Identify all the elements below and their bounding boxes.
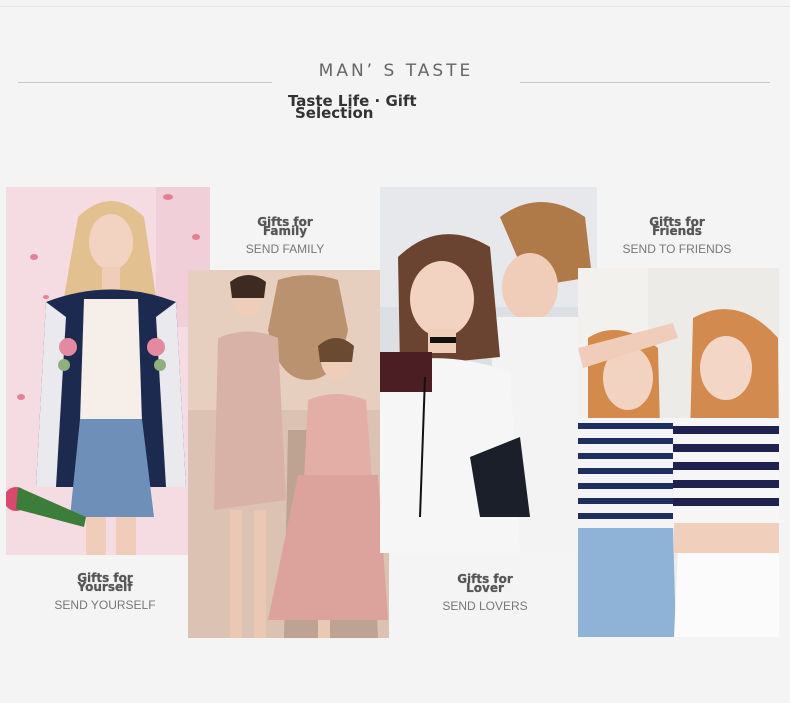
gift-friends-title: Gifts for Friends — [649, 215, 705, 238]
gift-yourself-title: Gifts for Yourself — [77, 571, 133, 594]
photo-gift-lover[interactable] — [380, 187, 597, 553]
gift-family-subtitle: SEND FAMILY — [245, 242, 325, 256]
gift-lover-subtitle: SEND LOVERS — [442, 599, 528, 613]
page-title: MAN’ S TASTE — [318, 61, 474, 81]
gift-yourself-label[interactable]: Gifts for Yourself SEND YOURSELF — [40, 571, 170, 612]
page-subtitle: Taste Life · Gift Selection — [288, 94, 448, 122]
gift-lover-title: Gifts for Lover — [457, 572, 513, 595]
header-rule-right — [520, 82, 770, 83]
gift-friends-subtitle: SEND TO FRIENDS — [622, 242, 732, 256]
photo-gift-yourself[interactable] — [6, 187, 210, 555]
gift-family-title: Gifts for Family — [257, 215, 313, 238]
gift-yourself-subtitle: SEND YOURSELF — [54, 598, 156, 612]
gift-lover-label[interactable]: Gifts for Lover SEND LOVERS — [420, 572, 550, 613]
photo-gift-family[interactable] — [188, 270, 389, 638]
photo-gift-friends[interactable] — [578, 268, 779, 637]
top-divider — [0, 6, 790, 7]
header-rule-left — [18, 82, 272, 83]
gift-family-label[interactable]: Gifts for Family SEND FAMILY — [220, 215, 350, 256]
gift-friends-label[interactable]: Gifts for Friends SEND TO FRIENDS — [612, 215, 742, 256]
subtitle-line-2: Selection — [295, 104, 374, 122]
